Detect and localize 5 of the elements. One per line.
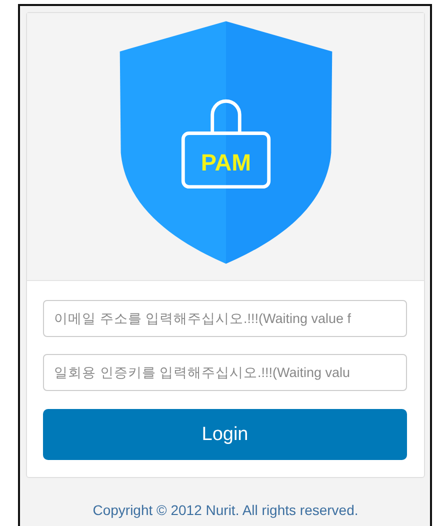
input-field[interactable]: 이메일 주소를 입력해주십시오.!!!(Waiting value f	[43, 300, 407, 337]
logo-text: PAM	[200, 149, 251, 176]
login-button[interactable]: Login	[43, 409, 407, 460]
input-field[interactable]: 일회용 인증키를 입력해주십시오.!!!(Waiting valu	[43, 354, 407, 391]
copyright-text: Copyright © 2012 Nurit. All rights reserved.	[92, 502, 360, 518]
